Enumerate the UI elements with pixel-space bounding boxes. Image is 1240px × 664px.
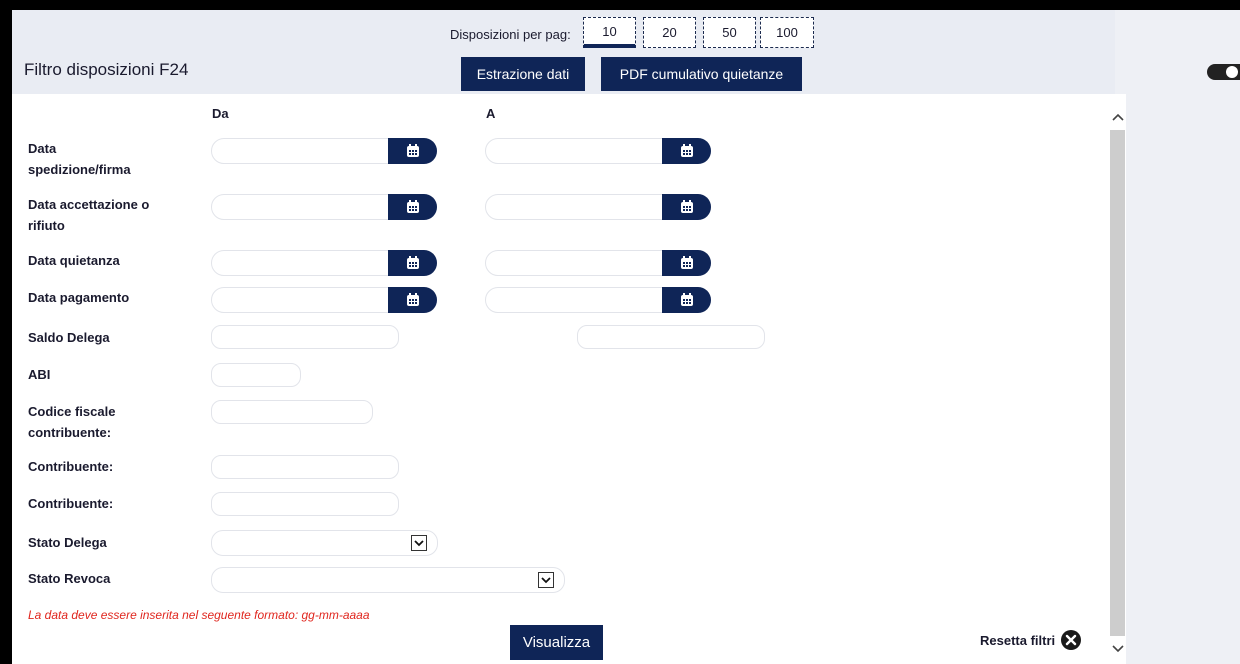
saldo-delega-label: Saldo Delega [28, 330, 110, 345]
data-quietanza-to-input[interactable] [485, 250, 711, 276]
data-quietanza-from-input[interactable] [211, 250, 437, 276]
toggle-knob [1226, 66, 1238, 78]
per-page-50-button[interactable]: 50 [703, 17, 756, 48]
extract-data-button[interactable]: Estrazione dati [461, 57, 585, 91]
chevron-down-icon[interactable] [411, 535, 427, 551]
calendar-icon[interactable] [662, 287, 711, 313]
per-page-20-button[interactable]: 20 [643, 17, 696, 48]
saldo-delega-from-input[interactable] [211, 325, 399, 349]
stato-delega-label: Stato Delega [28, 535, 107, 550]
close-circle-icon[interactable] [1061, 630, 1082, 650]
abi-input[interactable] [211, 363, 301, 387]
codice-fiscale-input[interactable] [211, 400, 373, 424]
per-page-10-button[interactable]: 10 [583, 17, 636, 48]
codice-fiscale-label: Codice fiscale contribuente: [28, 404, 116, 440]
contribuente-label-2: Contribuente: [28, 496, 114, 511]
window-left-border [0, 0, 12, 664]
scroll-up-icon[interactable] [1112, 108, 1124, 126]
calendar-icon[interactable] [388, 138, 437, 164]
calendar-icon[interactable] [388, 250, 437, 276]
chevron-down-icon[interactable] [538, 572, 554, 588]
stato-revoca-select[interactable] [211, 567, 565, 593]
stato-revoca-label: Stato Revoca [28, 571, 111, 586]
pdf-cumulative-button[interactable]: PDF cumulativo quietanze [601, 57, 802, 91]
page-title: Filtro disposizioni F24 [24, 60, 189, 79]
reset-filters-button[interactable]: Resetta filtri [980, 630, 1082, 650]
data-pagamento-to-input[interactable] [485, 287, 711, 313]
scrollbar-thumb[interactable] [1110, 130, 1125, 636]
contribuente-label-1: Contribuente: [28, 459, 114, 474]
column-from-heading: Da [212, 106, 229, 121]
right-side-panel [1115, 10, 1240, 664]
calendar-icon[interactable] [388, 287, 437, 313]
data-accettazione-to-input[interactable] [485, 194, 711, 220]
abi-label: ABI [28, 367, 51, 382]
saldo-delega-to-input[interactable] [577, 325, 765, 349]
reset-filters-label: Resetta filtri [980, 632, 1056, 648]
contribuente-input-2[interactable] [211, 492, 399, 516]
data-pagamento-label: Data pagamento [28, 290, 130, 305]
calendar-icon[interactable] [388, 194, 437, 220]
data-spedizione-to-input[interactable] [485, 138, 711, 164]
date-format-hint: La data deve essere inserita nel seguent… [28, 608, 370, 622]
scroll-down-icon[interactable] [1112, 640, 1124, 658]
window-top-border [0, 0, 1240, 10]
visualizza-button[interactable]: Visualizza [510, 625, 603, 660]
calendar-icon[interactable] [662, 250, 711, 276]
calendar-icon[interactable] [662, 138, 711, 164]
calendar-icon[interactable] [662, 194, 711, 220]
panel-toggle[interactable] [1207, 64, 1240, 80]
column-to-heading: A [486, 106, 496, 121]
data-accettazione-from-input[interactable] [211, 194, 437, 220]
stato-delega-select[interactable] [211, 530, 438, 556]
data-quietanza-label: Data quietanza [28, 253, 120, 268]
data-spedizione-from-input[interactable] [211, 138, 437, 164]
data-pagamento-from-input[interactable] [211, 287, 437, 313]
data-accettazione-label: Data accettazione o rifiuto [28, 197, 150, 233]
per-page-label: Disposizioni per pag: [450, 27, 571, 42]
data-spedizione-label: Data spedizione/firma [28, 141, 131, 177]
contribuente-input-1[interactable] [211, 455, 399, 479]
per-page-100-button[interactable]: 100 [760, 17, 814, 48]
